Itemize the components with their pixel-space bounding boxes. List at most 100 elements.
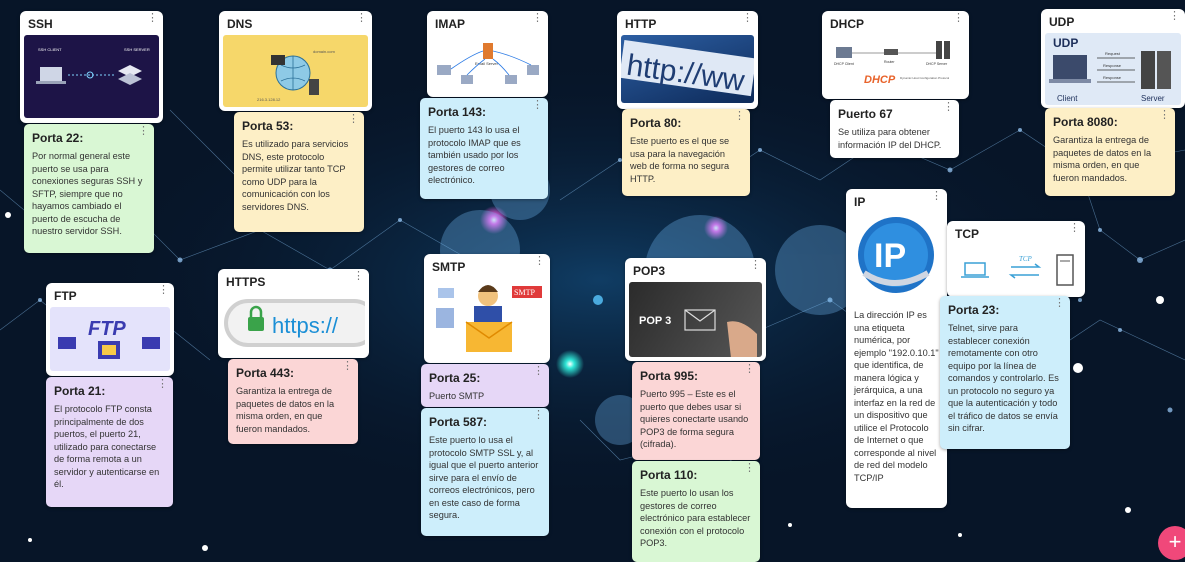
more-options-icon[interactable]: ⋮ bbox=[353, 271, 364, 282]
sticky-note-porta-143[interactable]: ⋮ Porta 143: El puerto 143 lo usa el pro… bbox=[420, 98, 548, 199]
more-options-icon[interactable]: ⋮ bbox=[1169, 11, 1180, 22]
udp-card[interactable]: UDP ⋮ UDP Client Server Request Response… bbox=[1041, 9, 1185, 108]
note-text: Este puerto lo usan los gestores de corr… bbox=[640, 488, 751, 548]
note-text: Este puerto es el que se usa para la nav… bbox=[630, 136, 730, 184]
dhcp-card[interactable]: DHCP ⋮ DHCP Client Router DHCP Server DH… bbox=[822, 11, 969, 99]
more-options-icon[interactable]: ⋮ bbox=[138, 126, 149, 137]
more-options-icon[interactable]: ⋮ bbox=[534, 256, 545, 267]
response-label-2: Response bbox=[1103, 75, 1122, 80]
more-options-icon[interactable]: ⋮ bbox=[1069, 223, 1080, 234]
email-server-label: Email Server bbox=[475, 61, 499, 66]
more-options-icon[interactable]: ⋮ bbox=[147, 13, 158, 24]
note-heading: Puerto 67 bbox=[838, 107, 893, 121]
more-options-icon[interactable]: ⋮ bbox=[342, 361, 353, 372]
udp-label: UDP bbox=[1053, 36, 1078, 50]
http-card[interactable]: HTTP ⋮ http://ww bbox=[617, 11, 758, 109]
sticky-note-porta-8080[interactable]: ⋮ Porta 8080: Garantiza la entrega de pa… bbox=[1045, 108, 1175, 196]
more-options-icon[interactable]: ⋮ bbox=[157, 379, 168, 390]
sticky-note-puerto-67[interactable]: ⋮ Puerto 67 Se utiliza para obtener info… bbox=[830, 100, 959, 158]
sticky-note-porta-110[interactable]: ⋮ Porta 110: Este puerto lo usan los ges… bbox=[632, 461, 760, 562]
more-options-icon[interactable]: ⋮ bbox=[931, 191, 942, 202]
ip-card[interactable]: IP ⋮ IP La dirección IP es una etiqueta … bbox=[846, 189, 947, 508]
note-text: Por normal general este puerto se usa pa… bbox=[32, 151, 143, 236]
more-options-icon[interactable]: ⋮ bbox=[533, 410, 544, 421]
https-address-bar-image: https:// bbox=[222, 293, 365, 353]
note-text: Puerto 995 – Este es el puerto que debes… bbox=[640, 389, 749, 449]
more-options-icon[interactable]: ⋮ bbox=[742, 13, 753, 24]
card-title: SSH bbox=[28, 17, 53, 31]
domain-label: domain.com bbox=[313, 49, 335, 54]
udp-diagram-image: UDP Client Server Request Response Respo… bbox=[1045, 33, 1181, 105]
sticky-note-porta-25[interactable]: ⋮ Porta 25: Puerto SMTP bbox=[421, 364, 549, 407]
more-options-icon[interactable]: ⋮ bbox=[532, 13, 543, 24]
card-title: POP3 bbox=[633, 264, 666, 278]
note-heading: Porta 53: bbox=[242, 119, 294, 133]
more-options-icon[interactable]: ⋮ bbox=[1159, 110, 1170, 121]
ip-globe-image: IP bbox=[854, 213, 938, 301]
sticky-note-porta-443[interactable]: ⋮ Porta 443: Garantiza la entrega de paq… bbox=[228, 359, 358, 444]
sticky-note-porta-22[interactable]: ⋮ Porta 22: Por normal general este puer… bbox=[24, 124, 154, 253]
dhcp-server-label: DHCP Server bbox=[926, 62, 948, 66]
http-address-bar-image: http://ww bbox=[621, 35, 754, 103]
more-options-icon[interactable]: ⋮ bbox=[744, 364, 755, 375]
more-options-icon[interactable]: ⋮ bbox=[356, 13, 367, 24]
smtp-card[interactable]: SMTP ⋮ SMTP bbox=[424, 254, 550, 363]
ftp-card[interactable]: FTP ⋮ FTP bbox=[46, 283, 174, 376]
more-options-icon[interactable]: ⋮ bbox=[953, 13, 964, 24]
tcp-card[interactable]: TCP ⋮ TCP bbox=[947, 221, 1085, 297]
note-heading: Porta 587: bbox=[429, 415, 488, 429]
more-options-icon[interactable]: ⋮ bbox=[744, 463, 755, 474]
ssh-diagram-image: SSH CLIENT SSH SERVER bbox=[24, 35, 159, 118]
pop3-illustration-image: POP 3 bbox=[629, 282, 762, 357]
card-title: HTTPS bbox=[226, 275, 266, 289]
tcp-diagram-image: TCP bbox=[951, 245, 1081, 293]
more-options-icon[interactable]: ⋮ bbox=[750, 260, 761, 271]
sticky-note-porta-21[interactable]: ⋮ Porta 21: El protocolo FTP consta prin… bbox=[46, 377, 173, 507]
note-text: Garantiza la entrega de paquetes de dato… bbox=[236, 386, 335, 434]
note-heading: Porta 110: bbox=[640, 468, 698, 482]
more-options-icon[interactable]: ⋮ bbox=[532, 100, 543, 111]
router-label: Router bbox=[884, 60, 895, 64]
tcp-label: TCP bbox=[1019, 255, 1033, 263]
dns-diagram-image: domain.com 216.3.128.12 bbox=[223, 35, 368, 107]
more-options-icon[interactable]: ⋮ bbox=[158, 285, 169, 296]
note-heading: Porta 143: bbox=[428, 105, 487, 119]
ip-label: 216.3.128.12 bbox=[257, 97, 281, 102]
dhcp-diagram-image: DHCP Client Router DHCP Server DHCP Dyna… bbox=[826, 35, 965, 95]
more-options-icon[interactable]: ⋮ bbox=[943, 102, 954, 113]
note-heading: Porta 995: bbox=[640, 369, 699, 383]
sticky-note-porta-80[interactable]: ⋮ Porta 80: Este puerto es el que se usa… bbox=[622, 109, 750, 196]
note-heading: Porta 80: bbox=[630, 116, 682, 130]
ip-description: La dirección IP es una etiqueta numérica… bbox=[854, 310, 939, 483]
note-text: Este puerto lo usa el protocolo SMTP SSL… bbox=[429, 435, 539, 520]
ssh-client-label: SSH CLIENT bbox=[38, 47, 62, 52]
dns-card[interactable]: DNS ⋮ domain.com 216.3.128.12 bbox=[219, 11, 372, 111]
sticky-note-porta-995[interactable]: ⋮ Porta 995: Puerto 995 – Este es el pue… bbox=[632, 362, 760, 460]
dhcp-client-label: DHCP Client bbox=[834, 62, 854, 66]
ftp-logo-text: FTP bbox=[88, 318, 126, 340]
card-title: SMTP bbox=[432, 260, 466, 274]
more-options-icon[interactable]: ⋮ bbox=[348, 114, 359, 125]
dhcp-logo-text: DHCP bbox=[864, 74, 896, 86]
pop3-card[interactable]: POP3 ⋮ POP 3 bbox=[625, 258, 766, 361]
add-button[interactable]: + bbox=[1158, 526, 1185, 560]
note-text: Puerto SMTP bbox=[429, 391, 485, 401]
more-options-icon[interactable]: ⋮ bbox=[533, 366, 544, 377]
https-card[interactable]: HTTPS ⋮ https:// bbox=[218, 269, 369, 358]
imap-diagram-image: Email Server bbox=[431, 35, 544, 93]
smtp-badge-text: SMTP bbox=[514, 288, 535, 297]
more-options-icon[interactable]: ⋮ bbox=[734, 111, 745, 122]
note-text: El puerto 143 lo usa el protocolo IMAP q… bbox=[428, 125, 521, 185]
sticky-note-porta-587[interactable]: ⋮ Porta 587: Este puerto lo usa el proto… bbox=[421, 408, 549, 536]
ssh-card[interactable]: SSH ⋮ SSH CLIENT SSH SERVER bbox=[20, 11, 163, 123]
more-options-icon[interactable]: ⋮ bbox=[1054, 298, 1065, 309]
imap-card[interactable]: IMAP ⋮ Email Server bbox=[427, 11, 548, 97]
sticky-note-porta-23[interactable]: ⋮ Porta 23: Telnet, sirve para establece… bbox=[940, 296, 1070, 449]
note-heading: Porta 22: bbox=[32, 131, 84, 145]
card-title: IMAP bbox=[435, 17, 465, 31]
ip-globe-text: IP bbox=[874, 237, 906, 275]
card-title: FTP bbox=[54, 289, 77, 303]
note-heading: Porta 8080: bbox=[1053, 115, 1118, 129]
sticky-note-porta-53[interactable]: ⋮ Porta 53: Es utilizado para servicios … bbox=[234, 112, 364, 232]
note-text: Es utilizado para servicios DNS, este pr… bbox=[242, 139, 349, 212]
